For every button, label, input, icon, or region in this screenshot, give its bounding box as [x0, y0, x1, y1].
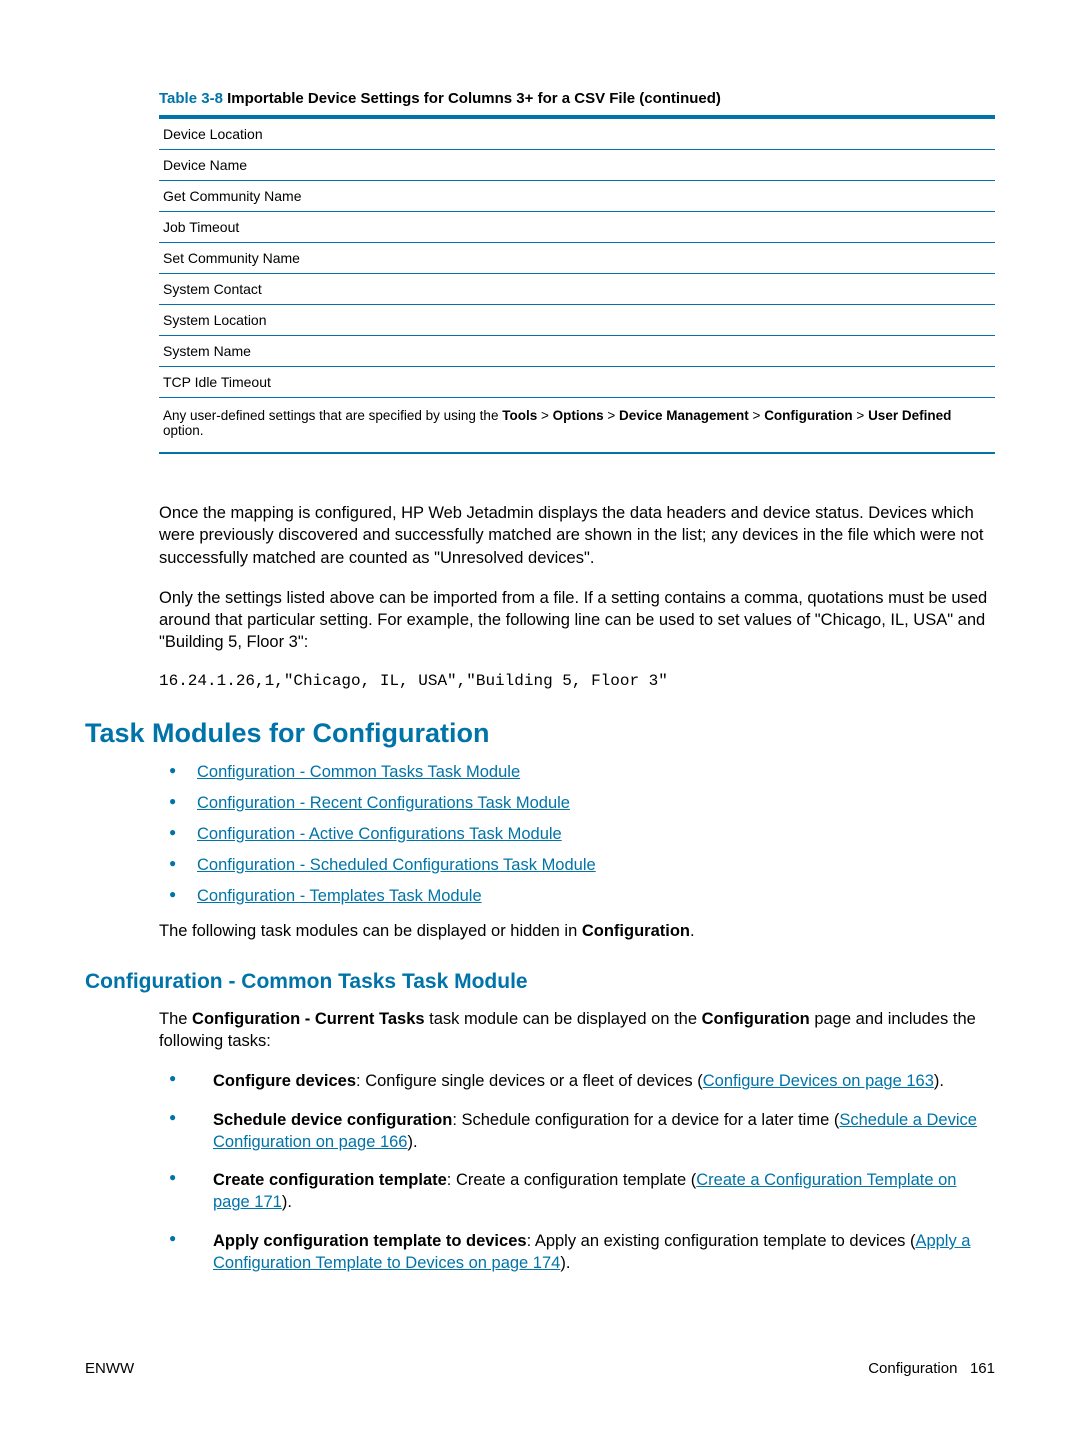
text: : Configure single devices or a fleet of…	[356, 1072, 703, 1090]
text: ).	[934, 1072, 944, 1090]
footer-page-number: 161	[970, 1360, 995, 1377]
note-sep: >	[537, 408, 552, 423]
bold-text: Create configuration template	[213, 1171, 447, 1189]
text: The	[159, 1010, 192, 1028]
note-sep: >	[604, 408, 619, 423]
doc-link[interactable]: Configuration - Templates Task Module	[197, 887, 482, 905]
doc-link[interactable]: Configuration - Common Tasks Task Module	[197, 763, 520, 781]
page-container: Table 3-8 Importable Device Settings for…	[0, 0, 1080, 1437]
section-heading: Task Modules for Configuration	[85, 718, 995, 749]
bullet-list: Configure devices: Configure single devi…	[159, 1070, 995, 1274]
list-item: Schedule device configuration: Schedule …	[159, 1109, 995, 1154]
table-title: Importable Device Settings for Columns 3…	[223, 90, 721, 107]
note-bold: Options	[553, 408, 604, 423]
table-row: Device Location	[159, 119, 995, 150]
table-row: TCP Idle Timeout	[159, 367, 995, 398]
note-sep: >	[853, 408, 868, 423]
bold-text: Configuration	[702, 1010, 810, 1028]
list-item: Configuration - Templates Task Module	[159, 887, 995, 906]
bold-text: Apply configuration template to devices	[213, 1232, 527, 1250]
doc-link[interactable]: Configuration - Recent Configurations Ta…	[197, 794, 570, 812]
note-text: option.	[163, 423, 204, 438]
link-list: Configuration - Common Tasks Task Module…	[159, 763, 995, 906]
list-item: Configure devices: Configure single devi…	[159, 1070, 995, 1092]
bold-text: Configuration	[582, 922, 690, 940]
table-label: Table 3-8	[159, 90, 223, 107]
table-row: System Location	[159, 305, 995, 336]
note-text: Any user-defined settings that are speci…	[163, 408, 502, 423]
text: ).	[282, 1193, 292, 1211]
table-caption: Table 3-8 Importable Device Settings for…	[159, 90, 995, 107]
text: ).	[560, 1254, 570, 1272]
list-item: Create configuration template: Create a …	[159, 1169, 995, 1214]
table-row: Set Community Name	[159, 243, 995, 274]
paragraph: The Configuration - Current Tasks task m…	[159, 1008, 995, 1053]
doc-link[interactable]: Configuration - Scheduled Configurations…	[197, 856, 596, 874]
text: : Schedule configuration for a device fo…	[452, 1111, 839, 1129]
note-bold: Device Management	[619, 408, 749, 423]
text: .	[690, 922, 695, 940]
bold-text: Configure devices	[213, 1072, 356, 1090]
page-footer: ENWW Configuration 161	[85, 1360, 995, 1377]
table-row: System Contact	[159, 274, 995, 305]
code-block: 16.24.1.26,1,"Chicago, IL, USA","Buildin…	[159, 672, 995, 690]
note-sep: >	[749, 408, 764, 423]
list-item: Configuration - Common Tasks Task Module	[159, 763, 995, 782]
subsection-heading: Configuration - Common Tasks Task Module	[85, 970, 995, 994]
footer-left: ENWW	[85, 1360, 134, 1377]
note-bold: Tools	[502, 408, 537, 423]
text: ).	[408, 1133, 418, 1151]
text: task module can be displayed on the	[425, 1010, 702, 1028]
table-row: Job Timeout	[159, 212, 995, 243]
note-bold: User Defined	[868, 408, 951, 423]
paragraph: The following task modules can be displa…	[159, 920, 995, 942]
table-row: System Name	[159, 336, 995, 367]
footer-label: Configuration	[868, 1360, 957, 1377]
table-row: Get Community Name	[159, 181, 995, 212]
footer-right: Configuration 161	[868, 1360, 995, 1377]
paragraph: Once the mapping is configured, HP Web J…	[159, 502, 995, 569]
table-row: Device Name	[159, 150, 995, 181]
bold-text: Configuration - Current Tasks	[192, 1010, 425, 1028]
text: : Create a configuration template (	[447, 1171, 696, 1189]
list-item: Configuration - Active Configurations Ta…	[159, 825, 995, 844]
list-item: Apply configuration template to devices:…	[159, 1230, 995, 1275]
doc-link[interactable]: Configuration - Active Configurations Ta…	[197, 825, 562, 843]
doc-link[interactable]: Configure Devices on page 163	[703, 1072, 934, 1090]
list-item: Configuration - Scheduled Configurations…	[159, 856, 995, 875]
bold-text: Schedule device configuration	[213, 1111, 452, 1129]
note-bold: Configuration	[764, 408, 852, 423]
settings-table: Device Location Device Name Get Communit…	[159, 115, 995, 454]
table-note: Any user-defined settings that are speci…	[159, 398, 995, 452]
paragraph: Only the settings listed above can be im…	[159, 587, 995, 654]
list-item: Configuration - Recent Configurations Ta…	[159, 794, 995, 813]
text: : Apply an existing configuration templa…	[527, 1232, 916, 1250]
text: The following task modules can be displa…	[159, 922, 582, 940]
